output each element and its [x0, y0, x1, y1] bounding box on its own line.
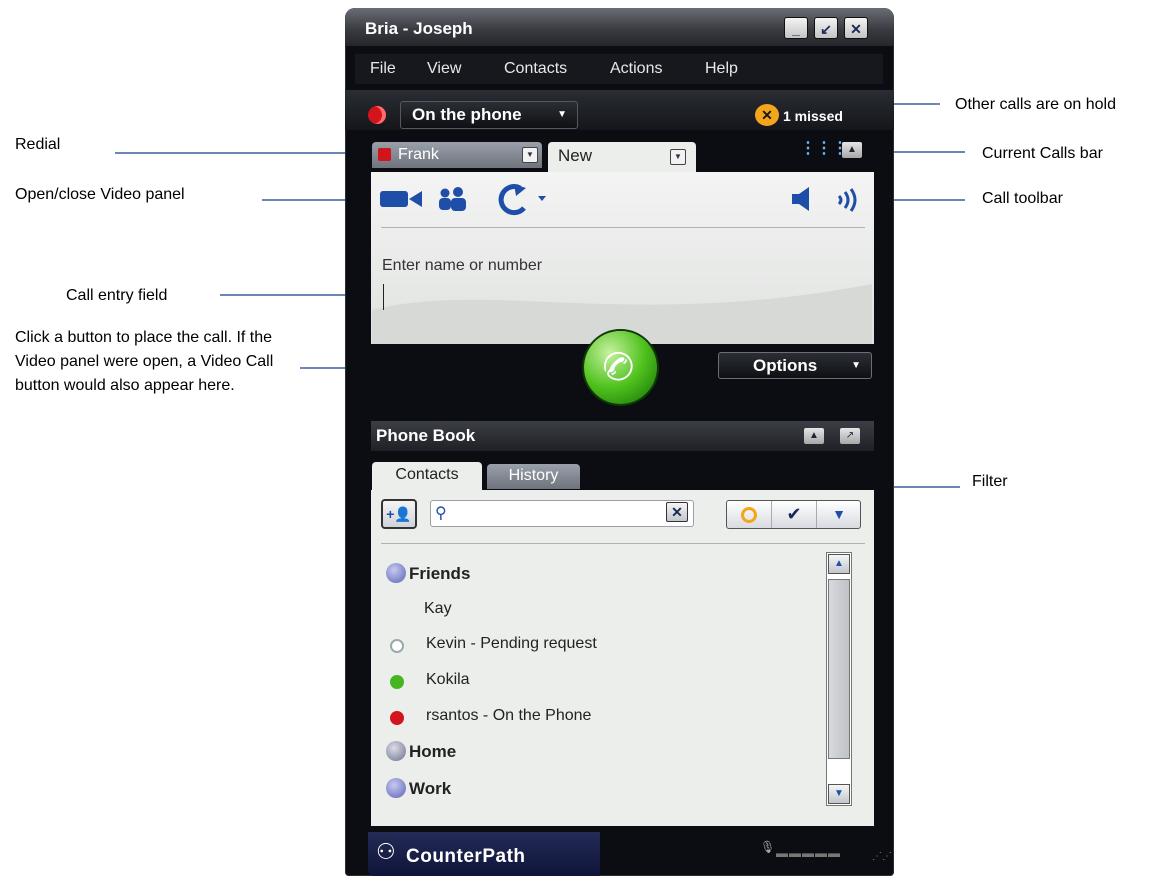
- annotation-filter: Filter: [972, 473, 1008, 490]
- missed-call-icon[interactable]: ✕: [755, 104, 779, 126]
- options-label: Options: [753, 356, 818, 375]
- online-status-icon: [390, 675, 404, 689]
- brand-logo-text: CounterPath: [406, 846, 526, 867]
- annotation-current-calls: Current Calls bar: [982, 145, 1103, 162]
- counterpath-logo-icon: ⚇: [376, 839, 396, 864]
- filter-menu-button[interactable]: ▼: [816, 501, 861, 528]
- add-contact-icon[interactable]: +👤: [381, 499, 417, 529]
- conference-icon[interactable]: [436, 186, 470, 219]
- menu-file[interactable]: File: [370, 60, 396, 78]
- expand-icon: [386, 778, 406, 798]
- resize-grip-icon[interactable]: ⋰⋰: [872, 851, 892, 862]
- clear-search-button[interactable]: ✕: [666, 502, 688, 522]
- group-friends-label: Friends: [409, 564, 471, 583]
- minimize-button[interactable]: _: [784, 17, 808, 39]
- title-bar: Bria - Joseph _ ↙ ✕: [345, 8, 894, 46]
- restore-button[interactable]: ↙: [814, 17, 838, 39]
- annotation-call-toolbar: Call toolbar: [982, 190, 1063, 207]
- phone-book-panel: [371, 490, 874, 826]
- filter-group: ✔ ▼: [726, 500, 861, 529]
- menu-help[interactable]: Help: [705, 60, 738, 78]
- presence-dropdown[interactable]: On the phone ▼: [400, 101, 578, 129]
- contacts-scrollbar[interactable]: ▲ ▼: [826, 552, 852, 806]
- search-input[interactable]: [455, 504, 659, 525]
- contact-kevin[interactable]: Kevin - Pending request: [426, 635, 597, 653]
- filter-available-button[interactable]: ✔: [771, 501, 816, 528]
- call-entry-field[interactable]: Enter name or number: [382, 257, 542, 275]
- group-friends[interactable]: Friends: [386, 563, 470, 584]
- group-home-label: Home: [409, 742, 457, 761]
- annotation-entry-field: Call entry field: [66, 287, 168, 304]
- chevron-down-icon: ▼: [557, 109, 567, 120]
- on-phone-status-icon: [390, 711, 404, 725]
- call-tab-frank[interactable]: Frank ▼: [372, 142, 542, 168]
- menu-actions[interactable]: Actions: [610, 60, 662, 78]
- place-call-button[interactable]: ✆: [584, 331, 657, 404]
- group-home[interactable]: Home: [386, 741, 456, 762]
- missed-calls-label[interactable]: 1 missed: [783, 108, 843, 124]
- toolbar-separator: [381, 227, 865, 228]
- text-caret: [383, 284, 384, 310]
- video-camera-icon[interactable]: [378, 186, 424, 217]
- annotation-redial: Redial: [15, 136, 61, 153]
- redial-icon[interactable]: [494, 182, 554, 223]
- search-icon: ⚲: [435, 505, 447, 522]
- online-ring-icon: [741, 506, 757, 523]
- call-tab-new[interactable]: New ▼: [548, 142, 696, 172]
- annotation-video-panel: Open/close Video panel: [15, 186, 185, 203]
- presence-value: On the phone: [412, 105, 522, 124]
- chevron-down-icon[interactable]: ▼: [522, 147, 538, 163]
- contact-kay[interactable]: Kay: [424, 600, 452, 618]
- phone-book-title: Phone Book: [376, 426, 476, 445]
- filter-online-button[interactable]: [727, 501, 771, 528]
- search-box: ⚲: [430, 500, 694, 527]
- call-tab-frank-label: Frank: [398, 146, 439, 163]
- annotation-place-call: Click a button to place the call. If the…: [15, 329, 274, 394]
- group-work-label: Work: [409, 779, 452, 798]
- tab-contacts[interactable]: Contacts: [372, 462, 482, 492]
- on-phone-status-icon: [368, 106, 386, 124]
- microphone-icon[interactable]: 🎙: [760, 840, 775, 854]
- call-tab-new-label: New: [558, 146, 593, 165]
- menu-bar: File View Contacts Actions Help: [355, 54, 883, 84]
- contact-rsantos[interactable]: rsantos - On the Phone: [426, 707, 591, 725]
- collapse-icon: [386, 741, 406, 761]
- volume-meter: ▬▬▬▬▬: [776, 846, 841, 860]
- hold-icon: [378, 148, 391, 161]
- window-title: Bria - Joseph: [365, 19, 473, 38]
- menu-contacts[interactable]: Contacts: [504, 60, 567, 78]
- annotation-other-calls: Other calls are on hold: [955, 96, 1116, 113]
- pending-status-icon: [390, 639, 404, 653]
- speaker-icon[interactable]: [790, 186, 814, 219]
- scroll-thumb[interactable]: [828, 579, 850, 759]
- phonebook-separator: [381, 543, 865, 544]
- expand-icon: [386, 563, 406, 583]
- chevron-down-icon[interactable]: ▼: [670, 149, 686, 165]
- chevron-down-icon: ▼: [851, 360, 861, 371]
- popout-phonebook-button[interactable]: ↗: [840, 428, 860, 444]
- group-work[interactable]: Work: [386, 778, 451, 799]
- tab-history[interactable]: History: [487, 464, 580, 489]
- collapse-phonebook-button[interactable]: ▲: [804, 428, 824, 444]
- collapse-calls-button[interactable]: ▲: [842, 142, 862, 158]
- volume-waves-icon[interactable]: [836, 188, 860, 219]
- contact-kokila[interactable]: Kokila: [426, 671, 470, 689]
- phone-icon: ✆: [595, 342, 640, 394]
- scroll-up-button[interactable]: ▲: [828, 554, 850, 574]
- menu-view[interactable]: View: [427, 60, 461, 78]
- close-button[interactable]: ✕: [844, 17, 868, 39]
- options-button[interactable]: Options ▼: [718, 352, 872, 379]
- scroll-down-button[interactable]: ▼: [828, 784, 850, 804]
